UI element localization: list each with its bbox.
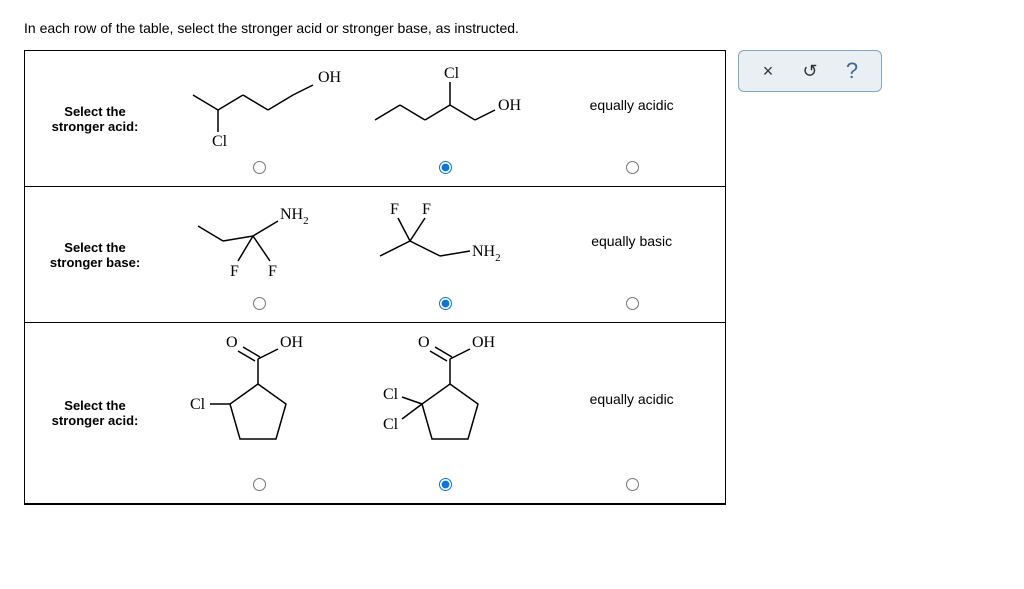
oh-label: OH [318,69,342,86]
f-label: F [390,201,399,218]
equally-acidic-label: equally acidic [590,391,674,407]
molecule-r2a: NH2 F F [178,196,338,286]
cl-label: Cl [212,133,228,150]
row1-radio-b[interactable] [439,161,452,174]
o-label: O [418,334,430,351]
cl-label: Cl [383,416,399,433]
row1-eq: equally acidic [538,51,725,187]
row1-mol-a: OH Cl [165,51,352,187]
f-label: F [422,201,431,218]
instruction-text: In each row of the table, select the str… [24,20,1000,36]
close-button[interactable]: × [747,57,789,85]
f-label: F [230,263,239,280]
oh-label: OH [472,334,496,351]
oh-label: OH [498,97,522,114]
nh2-label: NH2 [472,243,501,264]
reset-icon: ↺ [802,61,817,82]
close-icon: × [763,61,774,82]
molecule-r3a: O OH Cl [178,329,338,469]
row2-mol-b: F F NH2 [352,187,539,323]
row3-mol-a: O OH Cl [165,323,352,504]
row1-mol-b: Cl OH [352,51,539,187]
reset-button[interactable]: ↺ [789,57,831,85]
cl-label: Cl [190,396,206,413]
toolbar: × ↺ ? [738,50,882,92]
row3-radio-a[interactable] [253,478,266,491]
molecule-r2b: F F NH2 [360,196,530,286]
help-icon: ? [846,58,858,84]
nh2-label: NH2 [280,206,309,227]
row3-radio-eq[interactable] [626,478,639,491]
molecule-r1b: Cl OH [360,60,530,150]
help-button[interactable]: ? [831,57,873,85]
cl-label: Cl [444,65,460,82]
molecule-r1a: OH Cl [173,60,343,150]
row3-label: Select the stronger acid: [25,323,165,504]
row1-radio-eq[interactable] [626,161,639,174]
row3-eq: equally acidic [538,323,725,504]
oh-label: OH [280,334,304,351]
row3-mol-b: O OH Cl Cl [352,323,539,504]
row2-label: Select the stronger base: [25,187,165,323]
row1-radio-a[interactable] [253,161,266,174]
row3-radio-b[interactable] [439,478,452,491]
f-label: F [268,263,277,280]
row1-label: Select the stronger acid: [25,51,165,187]
equally-basic-label: equally basic [591,233,672,249]
cl-label: Cl [383,386,399,403]
row2-radio-eq[interactable] [626,297,639,310]
row2-radio-a[interactable] [253,297,266,310]
row2-mol-a: NH2 F F [165,187,352,323]
acid-base-table: Select the stronger acid: OH Cl [24,50,726,505]
molecule-r3b: O OH Cl Cl [365,329,525,469]
row2-radio-b[interactable] [439,297,452,310]
row2-eq: equally basic [538,187,725,323]
equally-acidic-label: equally acidic [590,97,674,113]
content-row: Select the stronger acid: OH Cl [24,50,1000,505]
o-label: O [226,334,238,351]
